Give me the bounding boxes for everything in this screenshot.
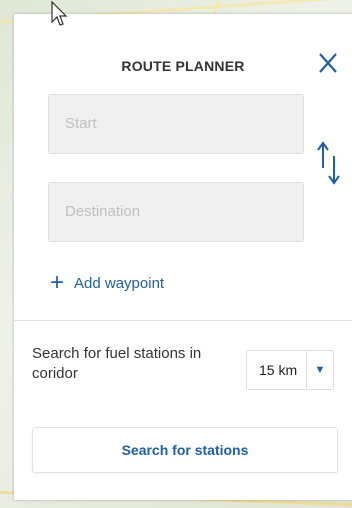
divider [14, 320, 352, 321]
start-placeholder: Start [65, 115, 97, 132]
route-planner-panel: ROUTE PLANNER Start Destination + Add wa… [14, 14, 352, 500]
search-button-label: Search for stations [121, 442, 249, 458]
start-input[interactable]: Start [48, 94, 304, 154]
fuel-corridor-label: Search for fuel stations in coridor [32, 345, 202, 382]
add-waypoint-button[interactable]: + Add waypoint [50, 268, 164, 298]
destination-input[interactable]: Destination [48, 182, 304, 242]
panel-title: ROUTE PLANNER [121, 58, 245, 74]
swap-button[interactable] [314, 138, 344, 198]
caret-down-icon: ▼ [314, 364, 326, 376]
mouse-cursor-icon [51, 0, 68, 26]
corridor-distance-select[interactable]: 15 km ▼ [246, 350, 334, 390]
close-icon [319, 53, 337, 73]
plus-icon: + [50, 269, 65, 296]
destination-placeholder: Destination [65, 203, 141, 220]
add-waypoint-label: Add waypoint [74, 274, 165, 292]
swap-vertical-icon [317, 141, 340, 185]
distance-value: 15 km [259, 362, 298, 378]
close-button[interactable] [316, 48, 340, 76]
search-stations-button[interactable]: Search for stations [32, 427, 338, 473]
